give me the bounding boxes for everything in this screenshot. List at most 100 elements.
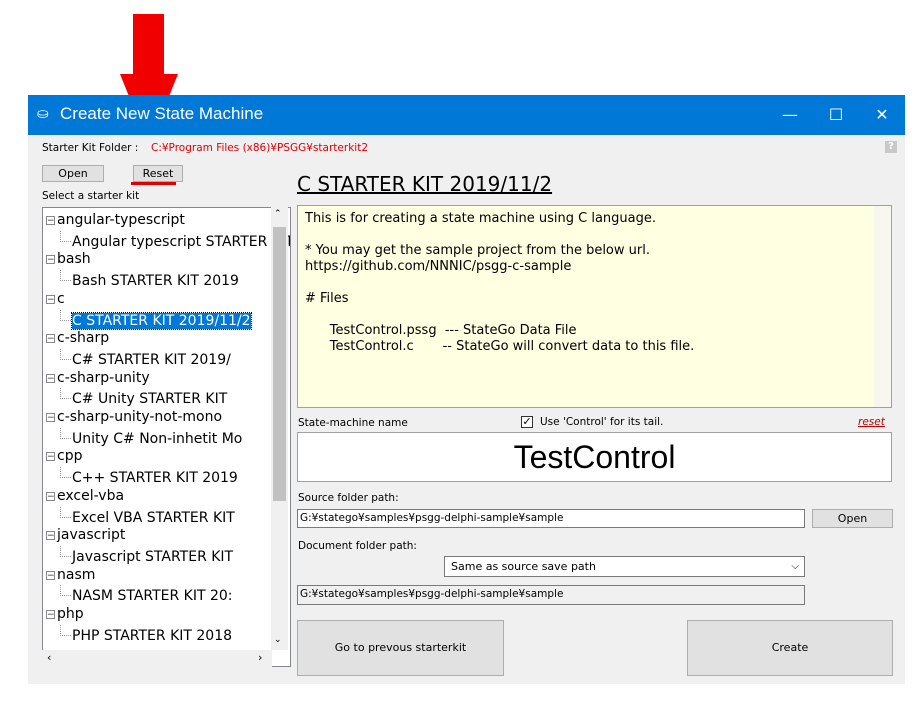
tree-item-label: Javascript STARTER KIT <box>72 548 234 565</box>
source-folder-input[interactable]: G:¥statego¥samples¥psgg-delphi-sample¥sa… <box>297 509 805 528</box>
scroll-left-icon[interactable]: ‹ <box>47 651 51 664</box>
document-mode-value: Same as source save path <box>451 560 596 573</box>
open-kit-folder-button[interactable]: Open <box>42 165 104 182</box>
tree-item[interactable]: PHP STARTER KIT 2018 <box>60 624 232 644</box>
collapse-icon[interactable]: − <box>46 491 55 501</box>
use-control-checkbox[interactable]: ✓ <box>521 416 533 428</box>
tree-connector-icon <box>60 230 71 242</box>
kit-description-text: This is for creating a state machine usi… <box>305 211 695 354</box>
tree-group[interactable]: − bash <box>46 250 91 269</box>
state-machine-name-label: State-machine name <box>298 417 408 429</box>
starter-kit-tree[interactable]: − angular-typescript Angular typescript ST… <box>42 207 291 667</box>
tree-item-label: php <box>57 606 84 622</box>
tree-item-label: excel-vba <box>57 487 125 504</box>
minimize-button[interactable]: — <box>767 95 813 135</box>
tree-connector-icon <box>60 388 71 400</box>
document-folder-input[interactable]: G:¥statego¥samples¥psgg-delphi-sample¥sa… <box>297 585 805 605</box>
collapse-icon[interactable]: − <box>46 255 55 265</box>
collapse-icon[interactable]: − <box>46 531 55 541</box>
tree-connector-icon <box>60 545 71 557</box>
collapse-icon[interactable]: − <box>46 452 55 462</box>
collapse-icon[interactable]: − <box>46 334 55 344</box>
tree-item-label: angular-typescript <box>57 212 185 228</box>
description-scrollbar[interactable] <box>874 206 891 407</box>
tree-group[interactable]: − c-sharp-unity <box>46 369 150 388</box>
tree-item[interactable]: Bash STARTER KIT 2019 <box>60 270 239 289</box>
scroll-up-icon[interactable]: ⌃ <box>274 209 282 219</box>
kit-description[interactable]: This is for creating a state machine usi… <box>297 205 892 408</box>
tree-item[interactable]: Javascript STARTER KIT <box>60 545 234 565</box>
tree-connector-icon <box>60 348 71 360</box>
tree-item-label: Unity C# Non-inhetit Mo <box>72 430 243 447</box>
state-machine-name-input[interactable]: TestControl <box>297 432 892 482</box>
document-folder-label: Document folder path: <box>298 540 417 552</box>
collapse-icon[interactable]: − <box>46 294 55 304</box>
title-bar: ⛀ Create New State Machine — ☐ ✕ <box>28 95 905 135</box>
maximize-button[interactable]: ☐ <box>813 95 859 135</box>
tree-item[interactable]: C# Unity STARTER KIT <box>60 388 227 407</box>
app-icon: ⛀ <box>37 106 49 122</box>
select-kit-label: Select a starter kit <box>42 190 140 202</box>
tree-vertical-scrollbar[interactable]: ⌃ ⌄ <box>271 207 288 650</box>
window-title: Create New State Machine <box>60 104 264 123</box>
tree-item[interactable]: NASM STARTER KIT 20: <box>60 585 233 604</box>
tree-group[interactable]: − javascript <box>46 526 125 545</box>
tree-item-label: Angular typescript STARTER KIT <box>72 233 291 250</box>
document-mode-select[interactable]: Same as source save path ⌵ <box>444 556 805 577</box>
starter-kit-folder-label: Starter Kit Folder : <box>42 142 139 154</box>
tree-item[interactable]: Excel VBA STARTER KIT <box>60 506 235 526</box>
collapse-icon[interactable]: − <box>46 570 55 580</box>
close-button[interactable]: ✕ <box>859 95 905 135</box>
tree-group[interactable]: − angular-typescript <box>46 211 185 230</box>
collapse-icon[interactable]: − <box>46 610 55 620</box>
create-button[interactable]: Create <box>687 620 893 676</box>
tree-item[interactable]: C# STARTER KIT 2019/ <box>60 348 231 368</box>
tree-group[interactable]: − c-sharp-unity-not-mono <box>46 408 222 427</box>
tree-item[interactable]: C++ STARTER KIT 2019 <box>60 467 238 486</box>
reset-name-link[interactable]: reset <box>858 416 885 428</box>
annotation-arrow-shaft <box>133 14 164 76</box>
help-icon[interactable]: ? <box>885 141 897 153</box>
source-folder-label: Source folder path: <box>298 492 399 504</box>
tree-group[interactable]: − c <box>46 290 65 309</box>
tree-item[interactable]: C STARTER KIT 2019/11/2 <box>60 309 252 330</box>
tree-group[interactable]: − nasm <box>46 566 95 585</box>
tree-connector-icon <box>60 270 71 282</box>
reset-kit-folder-button[interactable]: Reset <box>133 165 183 182</box>
source-open-button[interactable]: Open <box>812 509 893 528</box>
tree-item-label: cpp <box>57 448 83 465</box>
tree-connector-icon <box>60 585 71 597</box>
tree-item-label: NASM STARTER KIT 20: <box>72 588 233 605</box>
annotation-reset-underline <box>131 182 176 185</box>
tree-scroll-thumb[interactable] <box>273 227 286 501</box>
tree-item-label: C++ STARTER KIT 2019 <box>72 470 238 487</box>
tree-item-label: nasm <box>57 566 96 583</box>
tree-group[interactable]: − cpp <box>46 447 82 466</box>
previous-starterkit-button[interactable]: Go to prevous starterkit <box>297 620 504 676</box>
tree-group[interactable]: − excel-vba <box>46 487 124 506</box>
tree-item-label: c-sharp-unity-not-mono <box>57 409 223 425</box>
tree-item-label: C# STARTER KIT 2019/ <box>72 351 231 368</box>
tree-item-label: C# Unity STARTER KIT <box>72 391 228 408</box>
kit-title: C STARTER KIT 2019/11/2 <box>297 172 553 196</box>
starter-kit-folder-path: C:¥Program Files (x86)¥PSGG¥starterkit2 <box>151 142 368 154</box>
tree-item-label: bash <box>57 251 91 268</box>
tree-item-label: c-sharp <box>57 330 110 347</box>
tree-item[interactable]: Angular typescript STARTER KIT <box>60 230 291 250</box>
tree-group[interactable]: − c-sharp <box>46 329 109 348</box>
scroll-right-icon[interactable]: › <box>258 651 262 664</box>
tree-item-label: Excel VBA STARTER KIT <box>72 509 235 526</box>
tree-item-label: javascript <box>57 527 126 544</box>
scroll-down-icon[interactable]: ⌄ <box>274 635 282 645</box>
tree-item-label: Bash STARTER KIT 2019 <box>72 273 239 290</box>
collapse-icon[interactable]: − <box>46 373 55 383</box>
tree-group[interactable]: − php <box>46 605 84 624</box>
collapse-icon[interactable]: − <box>46 413 55 423</box>
tree-connector-icon <box>60 624 71 636</box>
tree-horizontal-scrollbar[interactable]: ‹ › <box>42 650 272 667</box>
tree-item-label: c-sharp-unity <box>57 369 150 386</box>
use-control-label: Use 'Control' for its tail. <box>540 416 664 428</box>
collapse-icon[interactable]: − <box>46 216 55 226</box>
tree-connector-icon <box>60 309 71 321</box>
tree-item[interactable]: Unity C# Non-inhetit Mo <box>60 427 243 447</box>
